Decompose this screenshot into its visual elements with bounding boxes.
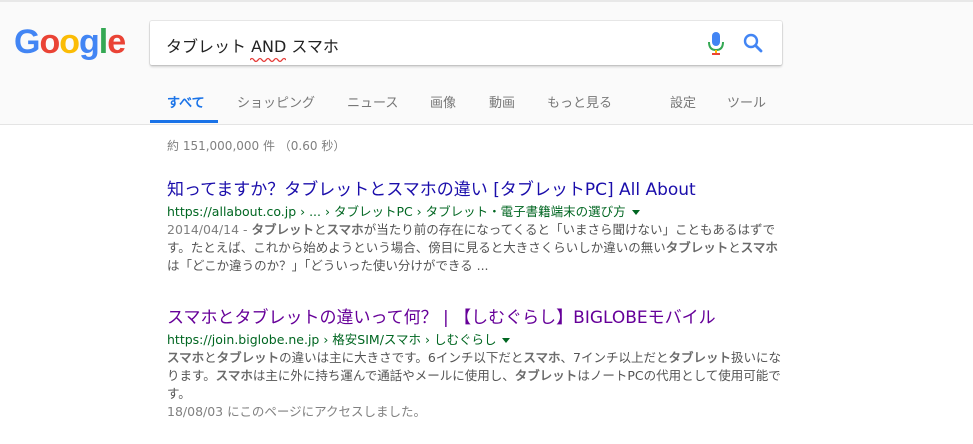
result-stats: 約 151,000,000 件 （0.60 秒） [167, 139, 346, 153]
tab-tools[interactable]: ツール [727, 92, 766, 111]
search-box[interactable]: タブレット AND スマホ [150, 21, 782, 65]
snippet-keyword: スマホ [740, 240, 778, 255]
snippet-text: は「どこか違うのか？」「どういった使い分けができる ... [167, 258, 489, 273]
search-input[interactable]: タブレット AND スマホ [166, 33, 339, 57]
logo-letter: g [79, 23, 100, 61]
logo-letter: l [98, 23, 109, 61]
top-border [0, 0, 973, 2]
snippet-keyword: タブレット [514, 368, 578, 383]
active-tab-indicator [150, 120, 218, 123]
tab-all[interactable]: すべて [167, 92, 205, 111]
snippet-text: の違いは主に大きさです。6インチ以下だと [279, 350, 524, 365]
snippet-text: は主に外に持ち運んで通話やメールに使用し、 [252, 368, 515, 383]
result-url-text: https://join.biglobe.ne.jp › 格安SIM/スマホ ›… [167, 332, 497, 347]
result-date: 2014/04/14 - [167, 222, 252, 237]
result-title-link[interactable]: 知ってますか？タブレットとスマホの違い [タブレットPC] All About [167, 179, 787, 201]
tab-news[interactable]: ニュース [347, 92, 398, 111]
header-bar: Google タブレット AND スマホ すべて ショッピング ニュース 画像 … [0, 0, 973, 125]
snippet-keyword: スマホ [523, 350, 561, 365]
google-logo[interactable]: Google [14, 22, 126, 62]
snippet-keyword: スマホ [215, 368, 253, 383]
microphone-icon[interactable] [704, 30, 728, 56]
tab-settings[interactable]: 設定 [670, 92, 696, 111]
url-dropdown-icon[interactable] [502, 338, 511, 343]
logo-letter: o [59, 23, 80, 61]
result-snippet: 2014/04/14 - タブレットとスマホが当たり前の存在になってくると「いま… [167, 221, 787, 275]
logo-letter: e [107, 23, 126, 61]
logo-letter: o [39, 23, 60, 61]
tab-images[interactable]: 画像 [430, 92, 456, 111]
search-result: スマホとタブレットの違いって何？ | 【しむぐらし】BIGLOBEモバイル ht… [167, 307, 787, 421]
search-result: 知ってますか？タブレットとスマホの違い [タブレットPC] All About … [167, 179, 787, 275]
snippet-keyword: タブレット [668, 350, 732, 365]
result-url-text: https://allabout.co.jp › ... › タブレットPC ›… [167, 204, 626, 219]
logo-letter: G [14, 23, 40, 61]
tab-more[interactable]: もっと見る [547, 92, 612, 111]
tab-videos[interactable]: 動画 [489, 92, 515, 111]
search-tabs: すべて ショッピング ニュース 画像 動画 もっと見る 設定 ツール [0, 86, 973, 124]
snippet-keyword: タブレット [251, 222, 315, 237]
result-title-link[interactable]: スマホとタブレットの違いって何？ | 【しむぐらし】BIGLOBEモバイル [167, 307, 787, 329]
snippet-text: 、7インチ以上だと [560, 350, 669, 365]
snippet-text: と [728, 240, 741, 255]
search-icon[interactable] [742, 32, 764, 54]
tab-shopping[interactable]: ショッピング [237, 92, 315, 111]
snippet-keyword: スマホ [326, 222, 364, 237]
snippet-keyword: タブレット [665, 240, 729, 255]
snippet-body: タブレットとスマホが当たり前の存在になってくると「いまさら聞けない」こともあるは… [167, 222, 778, 273]
snippet-text: と [204, 350, 217, 365]
result-url: https://join.biglobe.ne.jp › 格安SIM/スマホ ›… [167, 331, 787, 349]
url-dropdown-icon[interactable] [631, 210, 640, 215]
snippet-text: と [314, 222, 327, 237]
result-url: https://allabout.co.jp › ... › タブレットPC ›… [167, 203, 787, 221]
result-snippet: スマホとタブレットの違いは主に大きさです。6インチ以下だとスマホ、7インチ以上だ… [167, 349, 787, 403]
snippet-keyword: タブレット [216, 350, 280, 365]
spellcheck-squiggle [250, 57, 286, 63]
snippet-body: スマホとタブレットの違いは主に大きさです。6インチ以下だとスマホ、7インチ以上だ… [167, 350, 781, 401]
visited-note: 18/08/03 にこのページにアクセスしました。 [167, 404, 426, 419]
snippet-keyword: スマホ [167, 350, 205, 365]
